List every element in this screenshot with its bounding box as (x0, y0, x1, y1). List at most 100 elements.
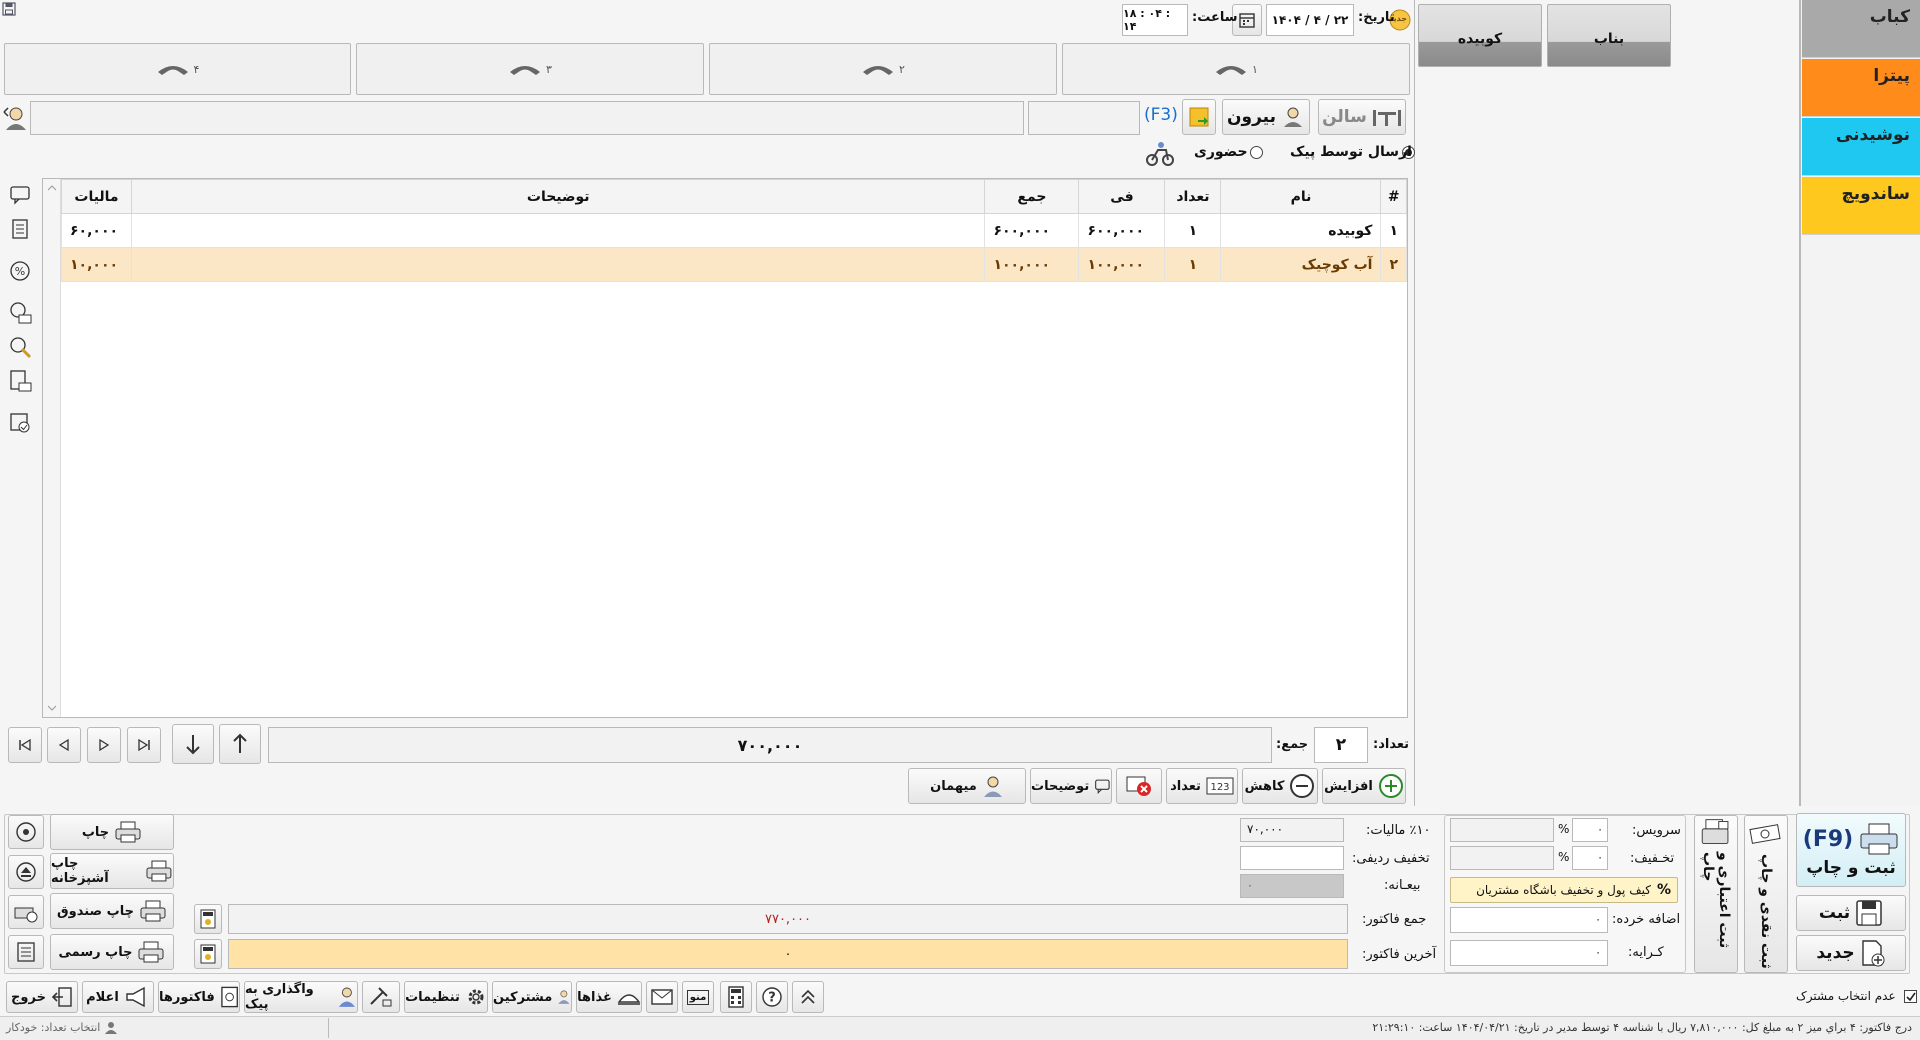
svg-text:?: ? (768, 991, 776, 1006)
invoice-total-calc-button[interactable] (194, 904, 222, 934)
grid-scrollbar[interactable] (43, 179, 61, 717)
price-tag-icon[interactable] (4, 332, 36, 362)
category-panel: کباب پیتزا نوشیدنی ساندویچ (1800, 0, 1920, 806)
invoices-button[interactable]: فاکتورها (158, 981, 240, 1013)
table-tab-1[interactable]: ۱ (1062, 43, 1410, 95)
discount-pct-field[interactable]: ۰ (1572, 846, 1608, 870)
save-print-button[interactable]: (F9) ثبت و چاپ (1796, 813, 1906, 887)
credit-save-print-button[interactable]: ثبت اعتباری و چاپ (1694, 815, 1738, 973)
prev-record-button[interactable] (47, 727, 81, 763)
table-chairs-icon (1372, 110, 1401, 126)
percent-discount-icon[interactable]: % (4, 256, 36, 286)
row-discount-field[interactable] (1240, 846, 1344, 870)
announce-button[interactable]: اعلام (82, 981, 154, 1013)
settings-button[interactable]: تنظیمات (404, 981, 488, 1013)
product-tile-bonab[interactable]: بناب (1547, 4, 1671, 67)
mail-button[interactable] (646, 981, 678, 1013)
date-field[interactable]: ۱۴۰۴ / ۴ / ۲۲ (1266, 4, 1354, 36)
cash-save-print-button[interactable]: ثبت نقدی و چاپ (1744, 815, 1788, 973)
table-tab-3[interactable]: ۳ (356, 43, 704, 95)
tools-button[interactable] (362, 981, 400, 1013)
cell-desc (130, 213, 986, 248)
out-button[interactable]: بیرون (1222, 99, 1310, 135)
settings-label: تنظیمات (405, 989, 460, 1005)
cell-num: ۲ (1380, 247, 1407, 282)
customers-button[interactable]: مشترکین (492, 981, 572, 1013)
no-customer-checkbox[interactable] (1904, 990, 1917, 1003)
guest-button[interactable]: میهمان (908, 768, 1026, 804)
table-tab-2[interactable]: ۲ (709, 43, 1057, 95)
eject-icon[interactable] (8, 855, 44, 889)
category-kabab[interactable]: کباب (1802, 0, 1920, 58)
category-sandwich[interactable]: ساندویچ (1802, 177, 1920, 235)
note-button[interactable] (1182, 99, 1216, 135)
table-row[interactable]: ۱ کوبیده ۱ ۶۰۰,۰۰۰ ۶۰۰,۰۰۰ ۶۰,۰۰۰ (61, 213, 1407, 248)
sum-field: ۷۰۰,۰۰۰ (268, 727, 1272, 763)
move-down-button[interactable] (172, 724, 214, 764)
announce-label: اعلام (86, 989, 119, 1005)
calculator-count-icon[interactable] (4, 366, 36, 396)
qty-button[interactable]: تعداد 123 (1166, 768, 1238, 804)
decrease-button[interactable]: کاهش (1242, 768, 1318, 804)
time-field[interactable]: ۱۸ : ۰۴ : ۱۴ (1122, 4, 1188, 36)
menu-button[interactable]: منو (682, 981, 714, 1013)
qty-label: تعداد (1170, 778, 1201, 794)
table-number-input[interactable] (1028, 101, 1140, 135)
cell-qty: ۱ (1164, 247, 1222, 282)
fare-field[interactable]: ۰ (1450, 940, 1608, 966)
first-icon (19, 738, 31, 752)
move-up-button[interactable] (219, 724, 261, 764)
increase-button[interactable]: افزایش (1322, 768, 1406, 804)
last-record-button[interactable] (127, 727, 161, 763)
help-button[interactable]: ? (756, 981, 788, 1013)
calculator-button[interactable] (720, 981, 752, 1013)
first-record-button[interactable] (8, 727, 42, 763)
collapse-button[interactable] (792, 981, 824, 1013)
checklist-icon[interactable] (4, 408, 36, 438)
customer-search-input[interactable] (30, 101, 1024, 135)
calendar-icon (1239, 13, 1255, 28)
description-button[interactable]: توضیحات (1030, 768, 1112, 804)
save-button[interactable]: ثبت (1796, 895, 1906, 931)
printer-settings-icon[interactable] (8, 895, 44, 929)
new-button[interactable]: جدید (1796, 935, 1906, 971)
table-row[interactable]: ۲ آب کوچیک ۱ ۱۰۰,۰۰۰ ۱۰۰,۰۰۰ ۱۰,۰۰۰ (61, 247, 1407, 282)
exit-button[interactable]: خروج (6, 981, 78, 1013)
cashier-print-button[interactable]: چاپ صندوق (50, 893, 174, 929)
service-amount-field (1450, 818, 1554, 842)
category-pizza[interactable]: پیتزا (1802, 59, 1920, 117)
f9-hint: (F9) (1802, 826, 1854, 852)
print-settings-icon[interactable] (8, 815, 44, 849)
comment-icon[interactable] (4, 180, 36, 210)
coin-count-icon[interactable] (4, 298, 36, 328)
category-drinks[interactable]: نوشیدنی (1802, 118, 1920, 176)
foods-button[interactable]: غذاها (576, 981, 642, 1013)
print-button[interactable]: چاپ (50, 814, 174, 850)
official-print-button[interactable]: چاپ رسمی (50, 934, 174, 970)
person-icon (983, 776, 1002, 797)
table-tab-4[interactable]: ۴ (4, 43, 351, 95)
assign-courier-button[interactable]: واگذاری به پیک (244, 981, 358, 1013)
save-label: ثبت (1818, 903, 1851, 923)
product-tile-koobideh[interactable]: کوبیده (1418, 4, 1542, 67)
service-pct-field[interactable]: ۰ (1572, 818, 1608, 842)
dine-in-radio[interactable] (1250, 146, 1263, 159)
hall-button[interactable]: سالن (1318, 99, 1406, 135)
next-record-button[interactable] (87, 727, 121, 763)
save-icon[interactable] (2, 2, 16, 16)
arrow-down-icon (186, 735, 200, 755)
extra-field[interactable]: ۰ (1450, 907, 1608, 933)
wallet-button[interactable]: کیف پول و تخفیف باشگاه مشتریان % (1450, 877, 1678, 903)
save-print-label: ثبت و چاپ (1806, 858, 1896, 878)
last-invoice-calc-button[interactable] (194, 939, 222, 969)
customer-lookup-icon[interactable] (2, 104, 28, 132)
status-right-text: درج فاکتور: ۴ براي ميز ۲ به مبلغ كل: ۷,۸… (1372, 1021, 1912, 1034)
kitchen-print-button[interactable]: چاپ آشپزخانه (50, 853, 174, 889)
sum-label: جمع: (1276, 737, 1309, 752)
delete-row-button[interactable] (1116, 768, 1162, 804)
report-icon[interactable] (8, 935, 44, 969)
guest-label: میهمان (930, 778, 977, 794)
last-invoice-value: ۰ (784, 946, 792, 962)
document-icon[interactable] (4, 214, 36, 244)
status-separator (328, 1018, 329, 1038)
